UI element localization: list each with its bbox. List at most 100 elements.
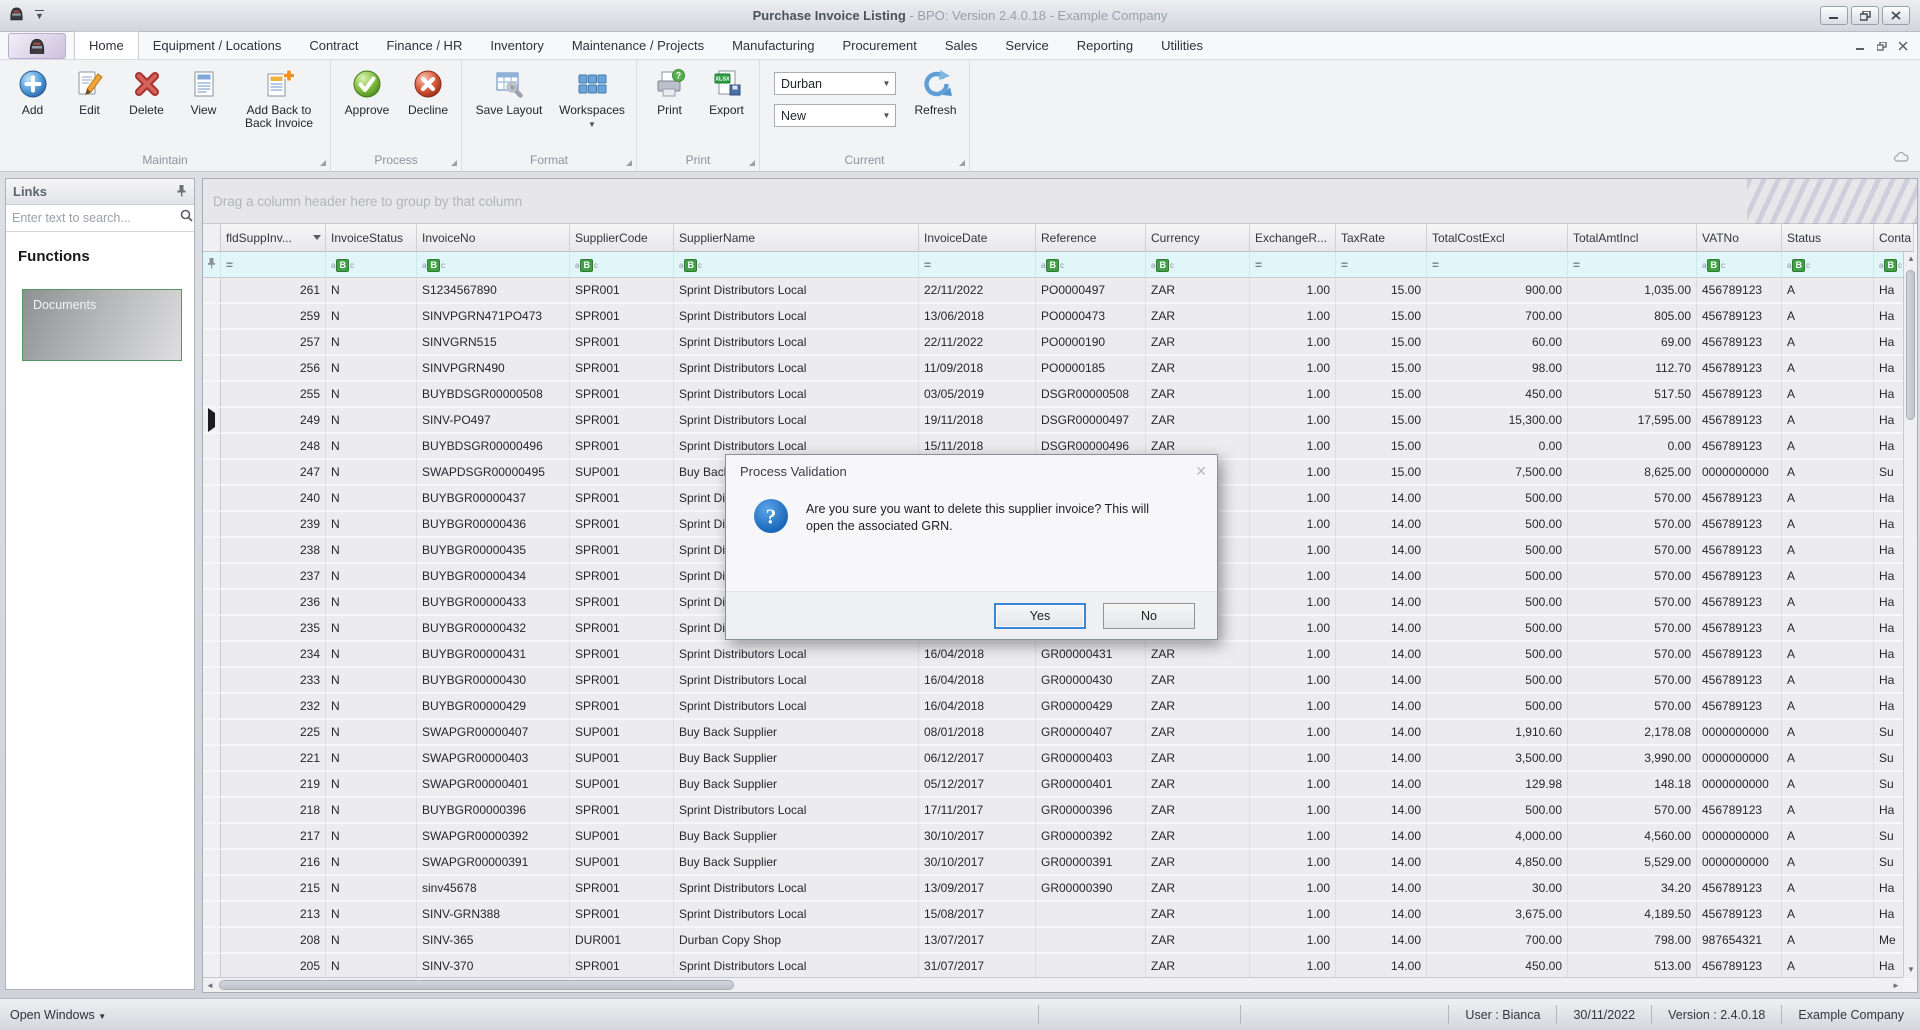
column-header-exchanger[interactable]: ExchangeR... <box>1250 224 1336 252</box>
filter-cell[interactable]: aBc <box>326 252 417 278</box>
dialog-close-icon[interactable]: ✕ <box>1195 463 1207 480</box>
scroll-left-icon[interactable]: ◄ <box>203 978 217 993</box>
print-button[interactable]: ? Print <box>641 64 698 117</box>
group-launcher-icon[interactable] <box>451 160 457 166</box>
table-row[interactable]: 249NSINV-PO497SPR001Sprint Distributors … <box>203 408 1914 434</box>
filter-cell[interactable]: aBc <box>1146 252 1250 278</box>
tab-procurement[interactable]: Procurement <box>828 31 930 59</box>
ribbon-collapse-icon[interactable] <box>1894 150 1910 168</box>
table-row[interactable]: 217NSWAPGR00000392SUP001Buy Back Supplie… <box>203 824 1914 850</box>
group-launcher-icon[interactable] <box>749 160 755 166</box>
delete-button[interactable]: Delete <box>118 64 175 117</box>
table-row[interactable]: 234NBUYBGR00000431SPR001Sprint Distribut… <box>203 642 1914 668</box>
table-row[interactable]: 216NSWAPGR00000391SUP001Buy Back Supplie… <box>203 850 1914 876</box>
add-button[interactable]: Add <box>4 64 61 117</box>
tab-contract[interactable]: Contract <box>295 31 372 59</box>
group-launcher-icon[interactable] <box>320 160 326 166</box>
vertical-scrollbar-thumb[interactable] <box>1906 270 1915 420</box>
combobox-dropdown-icon[interactable]: ▼ <box>878 79 895 88</box>
filter-cell[interactable]: aBc <box>570 252 674 278</box>
table-row[interactable]: 215Nsinv45678SPR001Sprint Distributors L… <box>203 876 1914 902</box>
column-header-invoicedate[interactable]: InvoiceDate <box>919 224 1036 252</box>
table-row[interactable]: 255NBUYBDSGR00000508SPR001Sprint Distrib… <box>203 382 1914 408</box>
table-row[interactable]: 218NBUYBGR00000396SPR001Sprint Distribut… <box>203 798 1914 824</box>
add-back-to-back-invoice-button[interactable]: Add Back to Back Invoice <box>232 64 326 130</box>
tab-sales[interactable]: Sales <box>931 31 992 59</box>
column-header-totalamtincl[interactable]: TotalAmtIncl <box>1568 224 1697 252</box>
pin-icon[interactable] <box>176 184 187 200</box>
documents-button[interactable]: Documents <box>22 289 182 361</box>
tab-utilities[interactable]: Utilities <box>1147 31 1217 59</box>
filter-cell[interactable]: aBc <box>674 252 919 278</box>
column-header-reference[interactable]: Reference <box>1036 224 1146 252</box>
no-button[interactable]: No <box>1103 603 1195 629</box>
filter-cell[interactable]: aBc <box>1782 252 1874 278</box>
child-minimize-button[interactable] <box>1856 38 1865 56</box>
tab-home[interactable]: Home <box>74 31 139 59</box>
table-row[interactable]: 256NSINVPGRN490SPR001Sprint Distributors… <box>203 356 1914 382</box>
site-combobox[interactable]: Durban▼ <box>774 72 896 95</box>
filter-cell[interactable]: aBc <box>417 252 570 278</box>
table-row[interactable]: 257NSINVGRN515SPR001Sprint Distributors … <box>203 330 1914 356</box>
column-header-totalcostexcl[interactable]: TotalCostExcl <box>1427 224 1568 252</box>
scroll-up-icon[interactable]: ▲ <box>1904 252 1918 266</box>
approve-button[interactable]: Approve <box>335 64 399 117</box>
search-icon[interactable] <box>179 209 194 227</box>
column-header-invoiceno[interactable]: InvoiceNo <box>417 224 570 252</box>
table-row[interactable]: 219NSWAPGR00000401SUP001Buy Back Supplie… <box>203 772 1914 798</box>
save-layout-button[interactable]: Save Layout <box>466 64 552 117</box>
scroll-right-icon[interactable]: ► <box>1889 978 1903 993</box>
filter-cell[interactable]: = <box>1336 252 1427 278</box>
table-row[interactable]: 221NSWAPGR00000403SUP001Buy Back Supplie… <box>203 746 1914 772</box>
table-row[interactable]: 208NSINV-365DUR001Durban Copy Shop13/07/… <box>203 928 1914 954</box>
application-menu-button[interactable] <box>8 33 66 59</box>
column-header-taxrate[interactable]: TaxRate <box>1336 224 1427 252</box>
tab-maintenance-projects[interactable]: Maintenance / Projects <box>558 31 718 59</box>
combobox-dropdown-icon[interactable]: ▼ <box>878 111 895 120</box>
tab-service[interactable]: Service <box>991 31 1062 59</box>
yes-button[interactable]: Yes <box>994 603 1086 629</box>
export-button[interactable]: XLSX Export <box>698 64 755 117</box>
group-launcher-icon[interactable] <box>959 160 965 166</box>
group-launcher-icon[interactable] <box>626 160 632 166</box>
workspaces-button[interactable]: Workspaces ▼ <box>552 64 632 129</box>
refresh-button[interactable]: Refresh <box>906 64 965 117</box>
filter-cell[interactable]: = <box>1568 252 1697 278</box>
filter-cell[interactable]: = <box>1427 252 1568 278</box>
filter-cell[interactable]: = <box>221 252 326 278</box>
table-row[interactable]: 259NSINVPGRN471PO473SPR001Sprint Distrib… <box>203 304 1914 330</box>
restore-button[interactable] <box>1851 6 1879 25</box>
filter-cell[interactable]: aBc <box>1697 252 1782 278</box>
horizontal-scrollbar-thumb[interactable] <box>219 980 734 990</box>
horizontal-scrollbar[interactable]: ◄ ► <box>203 977 1903 992</box>
column-header-currency[interactable]: Currency <box>1146 224 1250 252</box>
column-header-fldsuppinv[interactable]: fldSuppInv... <box>221 224 326 252</box>
tab-finance-hr[interactable]: Finance / HR <box>372 31 476 59</box>
open-windows-dropdown[interactable]: Open Windows ▼ <box>0 1008 106 1022</box>
table-row[interactable]: 225NSWAPGR00000407SUP001Buy Back Supplie… <box>203 720 1914 746</box>
close-button[interactable] <box>1882 6 1910 25</box>
minimize-button[interactable] <box>1820 6 1848 25</box>
column-header-status[interactable]: Status <box>1782 224 1874 252</box>
tab-inventory[interactable]: Inventory <box>476 31 557 59</box>
filter-cell[interactable]: = <box>919 252 1036 278</box>
decline-button[interactable]: Decline <box>399 64 457 117</box>
column-header-suppliername[interactable]: SupplierName <box>674 224 919 252</box>
edit-button[interactable]: Edit <box>61 64 118 117</box>
status-combobox[interactable]: New▼ <box>774 104 896 127</box>
column-header-vatno[interactable]: VATNo <box>1697 224 1782 252</box>
column-header-conta[interactable]: Conta <box>1874 224 1914 252</box>
group-by-bar[interactable]: Drag a column header here to group by th… <box>203 179 1917 224</box>
vertical-scrollbar[interactable]: ▲ ▼ <box>1903 252 1917 977</box>
table-row[interactable]: 233NBUYBGR00000430SPR001Sprint Distribut… <box>203 668 1914 694</box>
column-header-suppliercode[interactable]: SupplierCode <box>570 224 674 252</box>
tab-reporting[interactable]: Reporting <box>1063 31 1147 59</box>
scroll-down-icon[interactable]: ▼ <box>1904 963 1918 977</box>
table-row[interactable]: 232NBUYBGR00000429SPR001Sprint Distribut… <box>203 694 1914 720</box>
tab-equipment-locations[interactable]: Equipment / Locations <box>139 31 296 59</box>
child-restore-button[interactable] <box>1877 38 1887 56</box>
table-row[interactable]: 261NS1234567890SPR001Sprint Distributors… <box>203 278 1914 304</box>
table-row[interactable]: 213NSINV-GRN388SPR001Sprint Distributors… <box>203 902 1914 928</box>
view-button[interactable]: View <box>175 64 232 117</box>
child-close-button[interactable] <box>1899 38 1908 56</box>
